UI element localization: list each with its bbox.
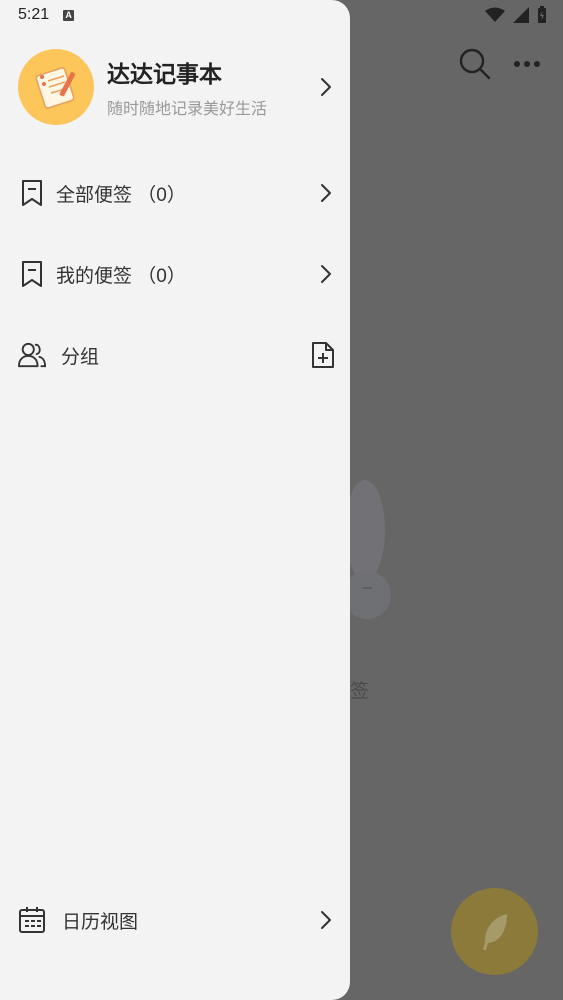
profile-text: 达达记事本 随时随地记录美好生活 bbox=[107, 55, 316, 119]
navigation-drawer: 5:21 A 达达记事本 随时随地记录美好生活 全部便签 （0） 我的便签 （0… bbox=[0, 0, 350, 1000]
menu-item-my-notes[interactable]: 我的便签 （0） bbox=[18, 254, 336, 294]
empty-text: 签 bbox=[350, 681, 370, 702]
chevron-right-icon bbox=[316, 77, 336, 97]
app-name: 达达记事本 bbox=[107, 61, 222, 87]
avatar bbox=[18, 49, 94, 125]
signal-icon bbox=[513, 7, 529, 23]
menu-item-all-notes[interactable]: 全部便签 （0） bbox=[18, 173, 336, 213]
chevron-right-icon bbox=[316, 264, 336, 284]
status-bar-left: 5:21 A bbox=[18, 6, 75, 24]
menu-label-my-notes: 我的便签 （0） bbox=[56, 265, 186, 287]
background-toolbar bbox=[459, 48, 541, 80]
chevron-right-icon bbox=[316, 910, 336, 930]
feather-icon bbox=[482, 913, 507, 950]
battery-icon bbox=[538, 6, 546, 23]
profile-header[interactable]: 达达记事本 随时随地记录美好生活 bbox=[18, 48, 336, 126]
status-time: 5:21 bbox=[18, 6, 50, 23]
menu-item-groups[interactable]: 分组 bbox=[18, 335, 336, 375]
calendar-icon bbox=[18, 906, 46, 934]
chevron-right-icon bbox=[316, 183, 336, 203]
bookmark-icon bbox=[18, 260, 46, 288]
new-note-fab[interactable] bbox=[451, 888, 538, 975]
add-file-icon[interactable] bbox=[310, 341, 336, 369]
users-icon bbox=[18, 341, 46, 369]
more-icon[interactable] bbox=[513, 60, 541, 68]
wifi-icon bbox=[485, 7, 505, 22]
menu-label-calendar-view: 日历视图 bbox=[62, 911, 139, 933]
menu-item-calendar-view[interactable]: 日历视图 bbox=[18, 900, 336, 940]
status-icons bbox=[485, 6, 547, 24]
bookmark-icon bbox=[18, 179, 46, 207]
menu-label-groups: 分组 bbox=[61, 346, 100, 368]
menu-label-all-notes: 全部便签 （0） bbox=[56, 184, 186, 206]
app-slogan: 随时随地记录美好生活 bbox=[107, 101, 268, 118]
notebook-pencil-icon bbox=[35, 67, 76, 109]
notification-a-icon: A bbox=[63, 9, 75, 21]
search-icon[interactable] bbox=[459, 48, 491, 80]
